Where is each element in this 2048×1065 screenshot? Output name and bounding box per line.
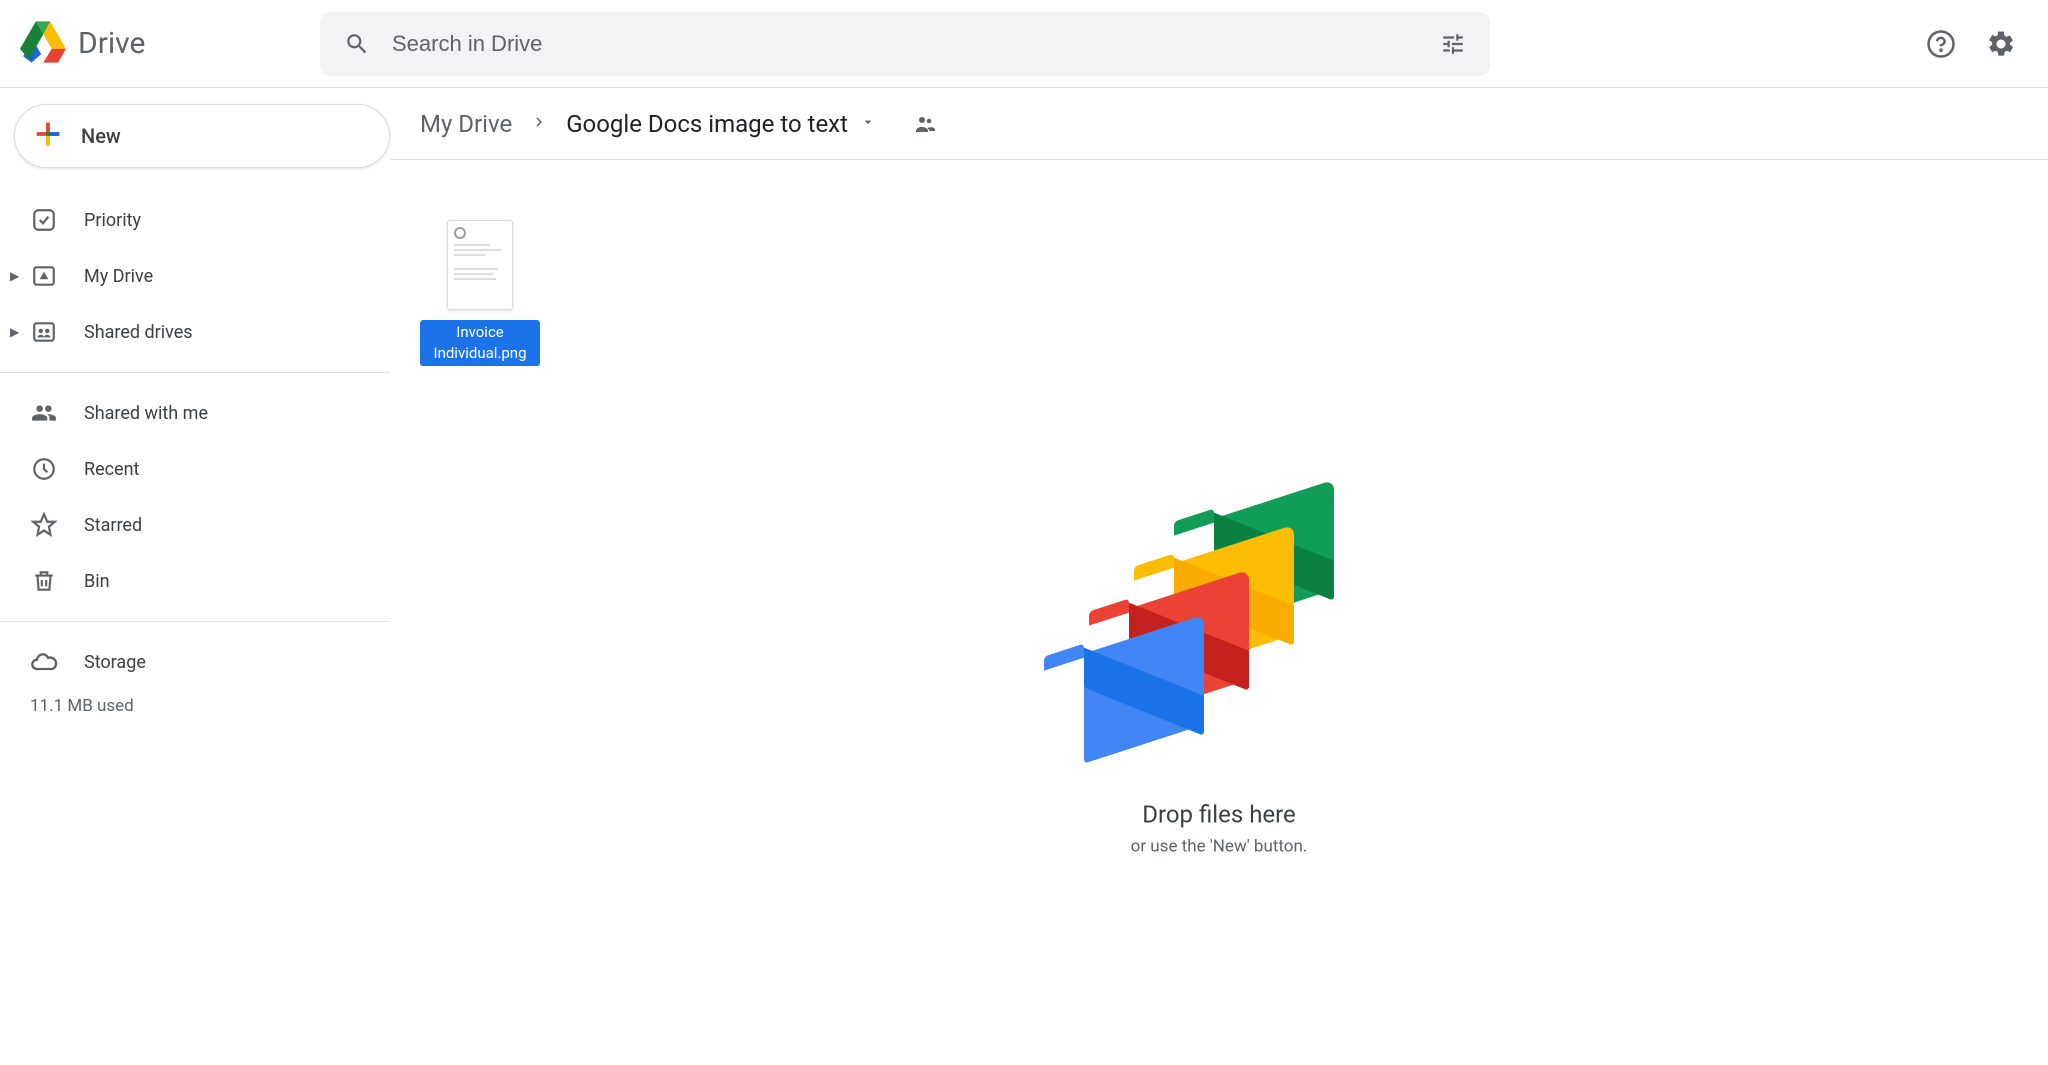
trash-icon — [30, 567, 58, 595]
drop-title: Drop files here — [1074, 800, 1364, 828]
sidebar-item-label: Recent — [84, 459, 139, 480]
people-icon — [30, 399, 58, 427]
app-name: Drive — [78, 26, 145, 61]
search-input[interactable] — [392, 31, 1436, 57]
header: Drive — [0, 0, 2048, 88]
sidebar-item-label: Starred — [84, 515, 142, 536]
file-thumbnail — [447, 220, 513, 310]
sidebar-item-label: Shared drives — [84, 322, 193, 343]
star-icon — [30, 511, 58, 539]
file-name: Invoice Individual.png — [420, 320, 540, 366]
priority-icon — [30, 206, 58, 234]
sidebar-item-label: Storage — [84, 652, 146, 673]
expand-icon[interactable]: ▶ — [10, 325, 19, 339]
header-actions — [1924, 27, 2028, 61]
file-tile[interactable]: Invoice Individual.png — [420, 220, 540, 366]
folders-illustration — [1074, 508, 1364, 768]
drop-zone: Drop files here or use the 'New' button. — [1074, 508, 1364, 856]
new-button[interactable]: New — [14, 104, 390, 168]
breadcrumb: My Drive Google Docs image to text — [390, 88, 2048, 160]
sidebar-item-label: Priority — [84, 210, 141, 231]
sidebar-item-recent[interactable]: Recent — [0, 441, 390, 497]
gear-icon[interactable] — [1984, 27, 2018, 61]
help-icon[interactable] — [1924, 27, 1958, 61]
chevron-right-icon — [530, 112, 548, 136]
plus-icon — [31, 117, 65, 155]
clock-icon — [30, 455, 58, 483]
sidebar-item-shared-with-me[interactable]: Shared with me — [0, 385, 390, 441]
main: My Drive Google Docs image to text — [390, 88, 2048, 1065]
share-people-icon[interactable] — [908, 107, 942, 141]
breadcrumb-root[interactable]: My Drive — [420, 110, 512, 138]
sidebar-item-label: Bin — [84, 571, 110, 592]
drive-logo-icon — [20, 21, 66, 67]
sidebar-item-my-drive[interactable]: ▶ My Drive — [0, 248, 390, 304]
search-icon[interactable] — [340, 27, 374, 61]
sidebar-item-bin[interactable]: Bin — [0, 553, 390, 609]
sidebar-item-shared-drives[interactable]: ▶ Shared drives — [0, 304, 390, 360]
cloud-icon — [30, 648, 58, 676]
sidebar-item-label: My Drive — [84, 266, 153, 287]
drop-subtitle: or use the 'New' button. — [1074, 836, 1364, 856]
sidebar-item-storage[interactable]: Storage — [0, 634, 390, 690]
chevron-down-icon[interactable] — [860, 114, 876, 134]
new-button-label: New — [81, 124, 121, 148]
breadcrumb-current[interactable]: Google Docs image to text — [566, 110, 848, 138]
sidebar-item-priority[interactable]: Priority — [0, 192, 390, 248]
sidebar-item-label: Shared with me — [84, 403, 208, 424]
content-area[interactable]: Invoice Individual.png Drop files here o… — [390, 160, 2048, 1065]
search-bar[interactable] — [320, 12, 1490, 76]
shared-drives-icon — [30, 318, 58, 346]
my-drive-icon — [30, 262, 58, 290]
storage-used-text: 11.1 MB used — [0, 696, 390, 716]
expand-icon[interactable]: ▶ — [10, 269, 19, 283]
tune-icon[interactable] — [1436, 27, 1470, 61]
sidebar-item-starred[interactable]: Starred — [0, 497, 390, 553]
logo-area[interactable]: Drive — [20, 21, 320, 67]
sidebar: New Priority ▶ My Drive ▶ S — [0, 88, 390, 1065]
